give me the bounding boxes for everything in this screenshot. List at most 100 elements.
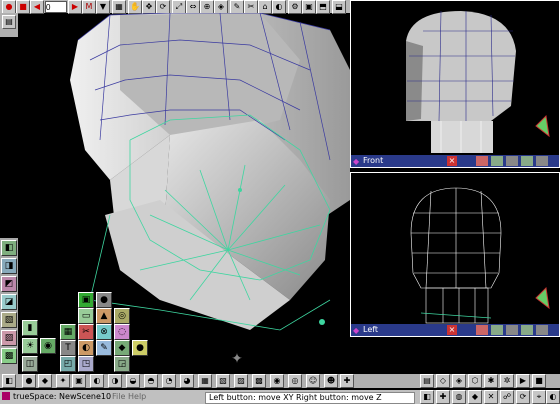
smooth-icon[interactable]: ◌: [114, 324, 130, 340]
palette-icon[interactable]: ▩: [1, 348, 17, 364]
plane-icon[interactable]: ▭: [78, 308, 94, 324]
torus-icon[interactable]: ◎: [114, 308, 130, 324]
paint-icon[interactable]: ✎: [96, 340, 112, 356]
mesh-icon[interactable]: ▦: [60, 324, 76, 340]
palette-icon[interactable]: ◧: [1, 240, 17, 256]
help-menu[interactable]: Help: [128, 392, 146, 402]
tool-icon[interactable]: ◔: [162, 374, 176, 388]
sphere-icon[interactable]: ●: [96, 292, 112, 308]
layer-icon[interactable]: ▤: [2, 15, 16, 29]
tool-icon[interactable]: ◧: [420, 390, 434, 404]
frame-number-field[interactable]: [45, 1, 67, 13]
file-menu[interactable]: File: [112, 392, 125, 402]
shape-icon[interactable]: ◫: [22, 356, 38, 372]
tool-icon[interactable]: ◉: [270, 374, 284, 388]
view-icon[interactable]: [491, 156, 503, 166]
cone-icon[interactable]: ▲: [96, 308, 112, 324]
tool-icon[interactable]: ▣: [302, 0, 316, 14]
shape-icon[interactable]: ◲: [114, 356, 130, 372]
tool-icon[interactable]: ▣: [72, 374, 86, 388]
palette-icon[interactable]: ◩: [1, 276, 17, 292]
stop-icon[interactable]: ■: [16, 0, 30, 14]
tool-icon[interactable]: ✎: [230, 0, 244, 14]
tool-icon[interactable]: ⇔: [186, 0, 200, 14]
tool-icon[interactable]: ◈: [452, 374, 466, 388]
tool-icon[interactable]: ◈: [214, 0, 228, 14]
red-record-icon[interactable]: ●: [2, 0, 16, 14]
tool-icon[interactable]: ⌖: [532, 390, 546, 404]
view-icon[interactable]: [521, 325, 533, 335]
tool-icon[interactable]: ✥: [142, 0, 156, 14]
tool-icon[interactable]: ☍: [500, 390, 514, 404]
tool-icon[interactable]: ✚: [436, 390, 450, 404]
view-icon[interactable]: [476, 325, 488, 335]
camera-icon[interactable]: ◉: [40, 338, 56, 354]
tool-icon[interactable]: ✂: [244, 0, 258, 14]
tool-icon[interactable]: ☻: [324, 374, 338, 388]
tool-icon[interactable]: ●: [22, 374, 36, 388]
tool-icon[interactable]: ✲: [500, 374, 514, 388]
tool-icon[interactable]: ⬡: [468, 374, 482, 388]
tool-icon[interactable]: ◆: [38, 374, 52, 388]
tool-icon[interactable]: ✋: [128, 0, 142, 14]
tool-icon[interactable]: ⟳: [156, 0, 170, 14]
tool-icon[interactable]: ◧: [2, 374, 16, 388]
tool-icon[interactable]: ◎: [288, 374, 302, 388]
tool-icon[interactable]: ⌂: [258, 0, 272, 14]
tool-icon[interactable]: ◒: [126, 374, 140, 388]
keyframe-icon[interactable]: ▼: [96, 0, 110, 14]
tool-icon[interactable]: ✦: [56, 374, 70, 388]
view-icon[interactable]: [476, 156, 488, 166]
tool-icon[interactable]: ◐: [272, 0, 286, 14]
pivot-point[interactable]: [319, 319, 325, 325]
tool-icon[interactable]: ◍: [452, 390, 466, 404]
animation-icon[interactable]: M: [82, 0, 96, 14]
shape-icon[interactable]: ◳: [78, 356, 94, 372]
left-viewport[interactable]: ◆ Left ×: [350, 172, 560, 337]
left-viewport-titlebar[interactable]: ◆ Left ×: [351, 324, 559, 336]
shape-icon[interactable]: ●: [132, 340, 148, 356]
tool-icon[interactable]: ✱: [484, 374, 498, 388]
cube-icon[interactable]: ▣: [78, 292, 94, 308]
palette-icon[interactable]: ▧: [1, 312, 17, 328]
tool-icon[interactable]: ▨: [234, 374, 248, 388]
tool-icon[interactable]: ◕: [180, 374, 194, 388]
tool-icon[interactable]: ◐: [90, 374, 104, 388]
tool-icon[interactable]: ⬒: [316, 0, 330, 14]
palette-icon[interactable]: ◨: [1, 258, 17, 274]
view-icon[interactable]: [536, 325, 548, 335]
pivot-point[interactable]: [238, 188, 242, 192]
material-icon[interactable]: ◐: [78, 340, 94, 356]
navigation-icon[interactable]: ✦: [228, 350, 246, 368]
view-icon[interactable]: [491, 325, 503, 335]
viewport-menu-icon[interactable]: ◆: [353, 156, 359, 167]
deform-icon[interactable]: ✂: [78, 324, 94, 340]
tool-icon[interactable]: ⚙: [288, 0, 302, 14]
view-icon[interactable]: [536, 156, 548, 166]
tool-icon[interactable]: ▧: [216, 374, 230, 388]
tool-icon[interactable]: ◆: [468, 390, 482, 404]
boolean-icon[interactable]: ⊗: [96, 324, 112, 340]
view-icon[interactable]: [521, 156, 533, 166]
view-icon[interactable]: [506, 156, 518, 166]
tool-icon[interactable]: ⬓: [332, 0, 346, 14]
tool-icon[interactable]: ◓: [144, 374, 158, 388]
viewport-menu-icon[interactable]: ◆: [353, 325, 359, 336]
shape-icon[interactable]: ◰: [60, 356, 76, 372]
tool-icon[interactable]: ⊕: [200, 0, 214, 14]
text-icon[interactable]: T: [60, 340, 76, 356]
tool-icon[interactable]: ▦: [198, 374, 212, 388]
tool-icon[interactable]: ✕: [484, 390, 498, 404]
close-icon[interactable]: ×: [447, 325, 457, 335]
cylinder-icon[interactable]: ▮: [22, 320, 38, 336]
tool-icon[interactable]: ✚: [340, 374, 354, 388]
tool-icon[interactable]: ⤢: [172, 0, 186, 14]
tool-icon[interactable]: ⟳: [516, 390, 530, 404]
palette-icon[interactable]: ▨: [1, 330, 17, 346]
palette-icon[interactable]: ◪: [1, 294, 17, 310]
tool-icon[interactable]: ▩: [252, 374, 266, 388]
tool-icon[interactable]: ▶: [516, 374, 530, 388]
play-icon[interactable]: ▶: [68, 0, 82, 14]
front-viewport[interactable]: ◆ Front ×: [350, 0, 560, 168]
render-icon[interactable]: ◆: [114, 340, 130, 356]
